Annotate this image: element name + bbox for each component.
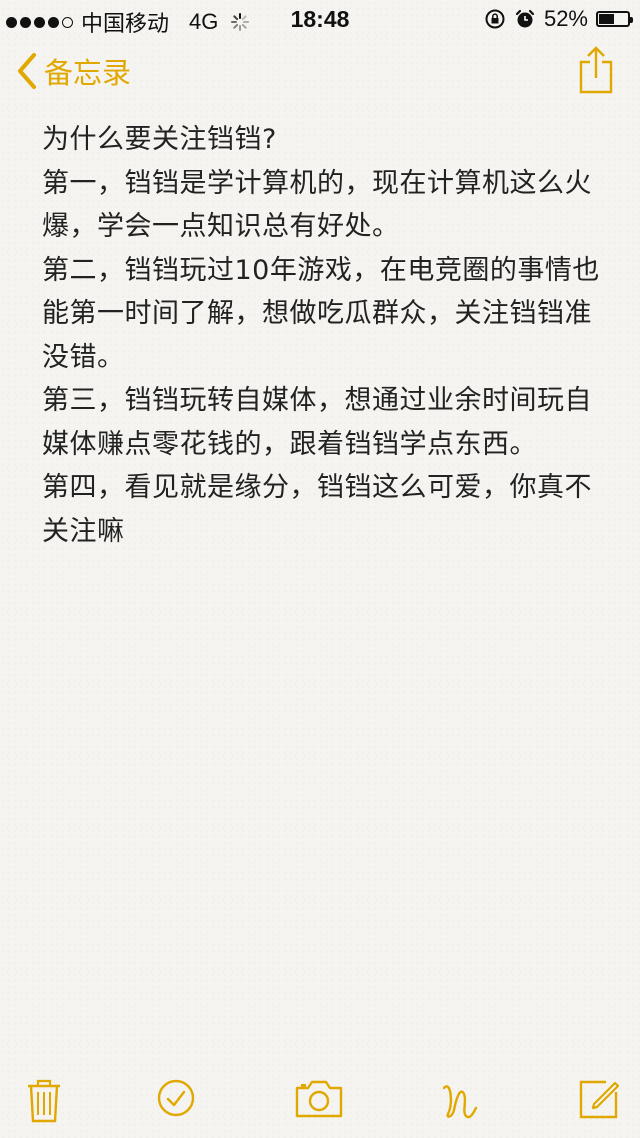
battery-percent: 52%	[543, 6, 588, 31]
note-body[interactable]: 为什么要关注铛铛? 第一，铛铛是学计算机的，现在计算机这么火爆，学会一点知识总有…	[42, 118, 602, 553]
alarm-icon	[515, 9, 535, 28]
share-icon[interactable]	[578, 44, 614, 96]
camera-icon[interactable]	[294, 1078, 344, 1120]
note-paragraph: 第四，看见就是缘分，铛铛这么可爱，你真不关注嘛	[42, 472, 592, 547]
orientation-lock-icon	[485, 9, 505, 29]
trash-icon[interactable]	[26, 1078, 62, 1124]
battery-icon	[596, 11, 633, 27]
chevron-left-icon	[18, 53, 36, 89]
compose-icon[interactable]	[578, 1078, 620, 1120]
note-paragraph: 为什么要关注铛铛?	[42, 124, 277, 155]
battery-fill	[599, 14, 614, 24]
note-paragraph: 第二，铛铛玩过10年游戏，在电竞圈的事情也能第一时间了解，想做吃瓜群众，关注铛铛…	[42, 254, 600, 373]
status-right: 52%	[484, 6, 633, 32]
nav-bar: 备忘录	[0, 40, 640, 108]
note-paragraph: 第三，铛铛玩转自媒体，想通过业余时间玩自媒体赚点零花钱的，跟着铛铛学点东西。	[42, 385, 592, 460]
checklist-icon[interactable]	[156, 1078, 196, 1118]
bottom-toolbar	[0, 1074, 640, 1130]
sketch-icon[interactable]	[440, 1078, 480, 1122]
status-bar: 中国移动 4G 18:48 52%	[0, 0, 640, 40]
back-label: 备忘录	[44, 56, 132, 90]
note-paragraph: 第一，铛铛是学计算机的，现在计算机这么火爆，学会一点知识总有好处。	[42, 167, 592, 243]
back-button[interactable]: 备忘录	[16, 50, 131, 92]
